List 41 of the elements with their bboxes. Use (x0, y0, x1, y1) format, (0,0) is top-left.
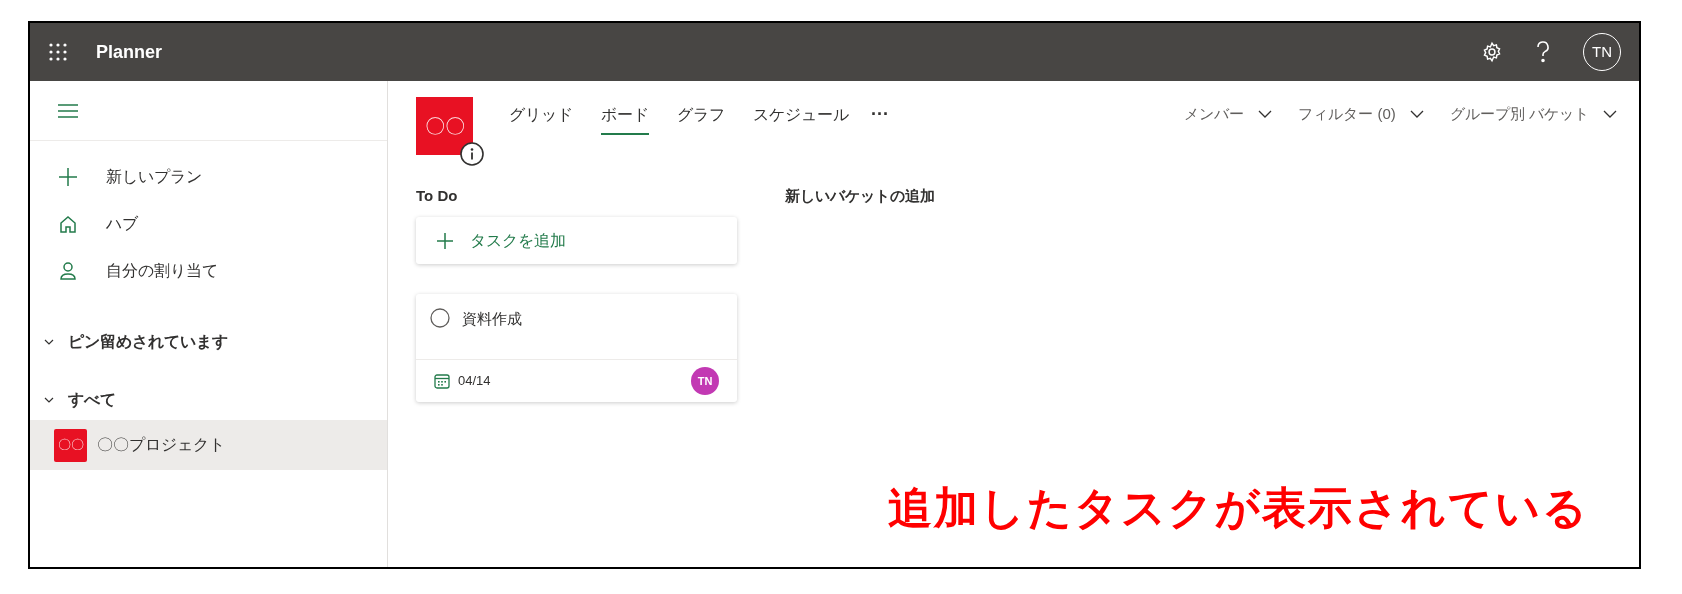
due-date: 04/14 (458, 372, 491, 391)
section-heading[interactable]: ピン留めされています (68, 330, 228, 354)
filter-dropdown[interactable]: フィルター (0) (1298, 103, 1424, 126)
chevron-down-icon (1409, 110, 1424, 119)
plan-logo: 〇〇 (416, 97, 473, 155)
add-task-button[interactable]: タスクを追加 (416, 217, 737, 264)
view-tab[interactable]: ボード (601, 103, 649, 135)
menu-icon[interactable] (58, 102, 78, 119)
sidebar-item[interactable]: 新しいプラン (106, 164, 202, 189)
plus-icon (436, 231, 454, 250)
chevron-down-icon[interactable] (44, 395, 54, 405)
section-heading[interactable]: すべて (68, 388, 116, 412)
assignee-avatar: TN (691, 367, 719, 395)
home-icon (58, 213, 78, 234)
sidebar-item[interactable]: ハブ (106, 211, 138, 236)
more-options[interactable]: ··· (871, 101, 889, 128)
sidebar-item[interactable]: 自分の割り当て (106, 258, 218, 283)
plan-item[interactable]: 〇〇 〇〇プロジェクト (30, 420, 387, 470)
chevron-down-icon[interactable] (44, 337, 54, 347)
help-icon[interactable] (1535, 40, 1551, 64)
circle-icon[interactable] (430, 308, 450, 328)
settings-icon[interactable] (1481, 41, 1503, 63)
task-title: 資料作成 (462, 309, 522, 329)
annotation-text: 追加したタスクが表示されている (888, 481, 1589, 535)
info-icon[interactable] (460, 142, 484, 166)
bucket-title: To Do (416, 186, 459, 206)
plan-logo: 〇〇 (54, 428, 87, 462)
plus-icon (58, 166, 78, 187)
task-card[interactable]: 資料作成 04/14 TN (416, 294, 737, 402)
view-tab[interactable]: グリッド (509, 103, 573, 135)
calendar-icon (434, 373, 450, 389)
new-bucket-link[interactable]: 新しいバケットの追加 (785, 185, 935, 402)
app-launcher-icon[interactable] (48, 42, 68, 62)
person-icon (58, 260, 78, 281)
view-tab[interactable]: グラフ (677, 103, 725, 135)
filter-dropdown[interactable]: メンバー (1184, 103, 1273, 126)
view-tab[interactable]: スケジュール (753, 103, 849, 135)
app-title: Planner (96, 40, 163, 64)
filter-dropdown[interactable]: グループ別 バケット (1449, 103, 1617, 126)
chevron-down-icon (1603, 110, 1617, 119)
chevron-down-icon (1258, 110, 1273, 119)
